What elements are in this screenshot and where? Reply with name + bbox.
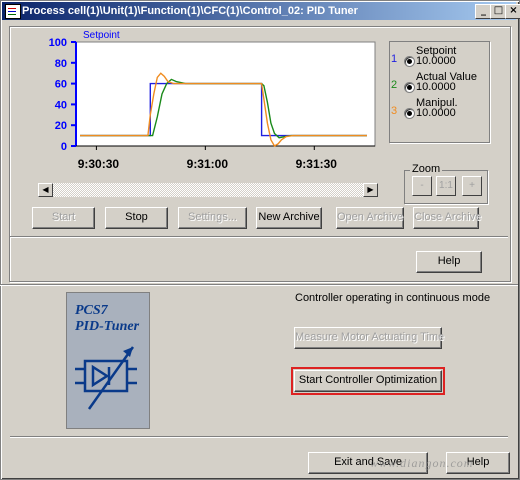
time-scrollbar[interactable]: ◀ ▶ — [38, 183, 378, 197]
legend-value-2: 10.0000 — [416, 81, 456, 93]
zoom-label: Zoom — [410, 163, 443, 175]
pid-valve-icon — [75, 346, 137, 410]
y-tick-label: 80 — [55, 58, 67, 70]
x-tick-label: 9:31:00 — [187, 157, 229, 171]
chart-title: Setpoint — [83, 30, 120, 41]
zoom-in-button[interactable]: + — [462, 176, 482, 196]
logo-line-2: PID-Tuner — [75, 319, 140, 334]
new-archive-button[interactable]: New Archive — [256, 207, 322, 229]
y-tick-label: 40 — [55, 99, 67, 111]
legend-index-2: 2 — [391, 79, 398, 91]
watermark: www.diangon.com — [370, 456, 474, 470]
status-text: Controller operating in continuous mode — [295, 292, 491, 304]
legend-index-1: 1 — [391, 53, 398, 65]
legend-index-3: 3 — [391, 105, 398, 117]
panel-divider — [10, 236, 508, 238]
measure-actuating-time-button[interactable]: Measure Motor Actuating Time — [294, 327, 444, 349]
legend-value-3: 10.0000 — [416, 107, 456, 119]
start-button[interactable]: Start — [32, 207, 95, 229]
zoom-out-button[interactable]: - — [412, 176, 432, 196]
section-divider — [0, 284, 518, 286]
open-archive-button[interactable]: Open Archive — [336, 207, 404, 229]
start-optimization-button[interactable]: Start Controller Optimization — [291, 367, 445, 395]
stop-button[interactable]: Stop — [105, 207, 168, 229]
legend-radio-1[interactable] — [404, 56, 415, 67]
help-button-top[interactable]: Help — [416, 251, 482, 273]
settings-button[interactable]: Settings... — [178, 207, 247, 229]
legend-radio-2[interactable] — [404, 82, 415, 93]
plot-area — [75, 41, 376, 147]
y-tick-label: 60 — [55, 79, 67, 91]
y-tick-label: 20 — [55, 120, 67, 132]
logo-line-1: PCS7 — [75, 303, 108, 318]
bottom-divider — [10, 436, 508, 438]
scroll-left-icon[interactable]: ◀ — [38, 183, 53, 197]
pcs7-pid-tuner-logo: PCS7 PID-Tuner — [66, 292, 150, 429]
y-tick-label: 100 — [49, 37, 67, 49]
x-tick-label: 9:31:30 — [296, 157, 338, 171]
x-tick-label: 9:30:30 — [78, 157, 120, 171]
legend-value-1: 10.0000 — [416, 55, 456, 67]
y-tick-label: 0 — [61, 141, 67, 153]
close-archive-button[interactable]: Close Archive — [413, 207, 481, 229]
legend-radio-3[interactable] — [404, 108, 415, 119]
scroll-right-icon[interactable]: ▶ — [363, 183, 378, 197]
zoom-reset-button[interactable]: 1:1 — [436, 176, 456, 196]
